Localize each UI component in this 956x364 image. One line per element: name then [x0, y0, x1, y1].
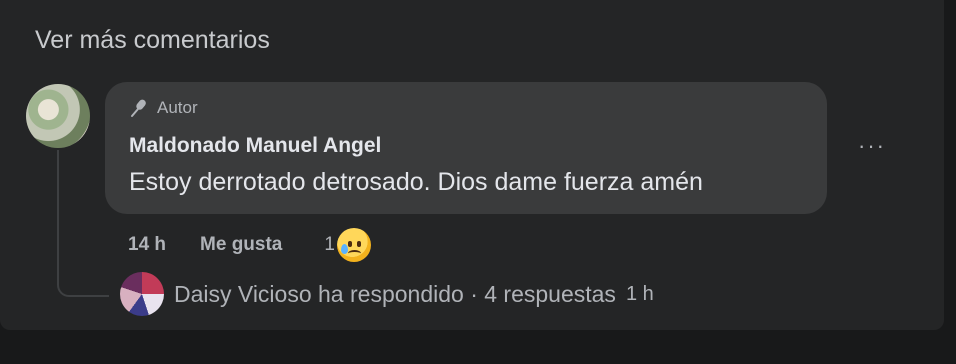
sad-tear-emoji-icon[interactable] — [336, 228, 371, 262]
comment-timestamp[interactable]: 14 h — [128, 234, 166, 256]
comments-panel: Ver más comentarios Autor Maldonado Manu… — [0, 0, 944, 330]
see-more-comments-link[interactable]: Ver más comentarios — [35, 26, 270, 55]
comment-bubble: Autor Maldonado Manuel Angel Estoy derro… — [105, 82, 827, 214]
reaction-count[interactable]: 1 — [324, 234, 335, 256]
like-button[interactable]: Me gusta — [200, 234, 282, 256]
replier-avatar — [120, 272, 164, 316]
author-avatar[interactable] — [26, 84, 90, 148]
more-options-button[interactable]: ··· — [854, 128, 890, 164]
author-badge: Autor — [129, 98, 198, 118]
comment-text: Estoy derrotado detrosado. Dios dame fue… — [129, 168, 703, 196]
reply-summary-text[interactable]: Daisy Vicioso ha respondido · 4 respuest… — [174, 281, 616, 308]
reply-timestamp: 1 h — [625, 282, 654, 305]
comment-author-name[interactable]: Maldonado Manuel Angel — [129, 134, 381, 158]
microphone-icon — [131, 99, 146, 117]
author-badge-label: Autor — [157, 98, 198, 117]
view-replies-link[interactable]: Daisy Vicioso ha respondido · 4 respuest… — [120, 272, 654, 316]
thread-connector-line — [57, 150, 109, 297]
comment-actions: 14 h Me gusta 1 — [128, 228, 371, 262]
